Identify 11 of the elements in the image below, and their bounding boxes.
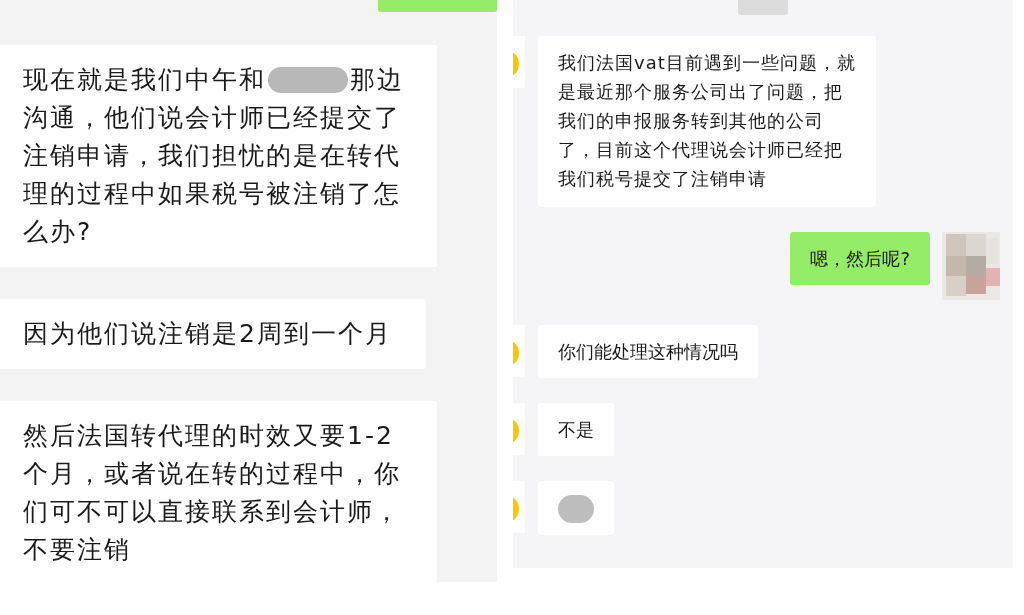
message-text: 现在就是我们中午和 bbox=[23, 64, 266, 96]
message-text: 不是 bbox=[558, 419, 594, 440]
message-text: 嗯，然后呢? bbox=[810, 248, 910, 269]
message-text: 那边 bbox=[350, 64, 404, 96]
message-text: 然后法国转代理的时效又要1-2个月，或者说在转的过程中，你们可不可以直接联系到会计师，不要注销 bbox=[23, 421, 401, 564]
message-text: 你们能处理这种情况吗 bbox=[558, 341, 738, 362]
redaction-blur bbox=[558, 495, 594, 523]
message-text: 我们法国vat目前遇到一些问题，就是最近那个服务公司出了问题，把我们的申报服务转到其他的公司了，目前这个代理说会计师已经把我们税号提交了注销申请 bbox=[558, 52, 856, 189]
message-text: 沟通，他们说会计师已经提交了注销申请，我们担忧的是在转代理的过程中如果税号被注销了怎么办? bbox=[23, 102, 402, 248]
timestamp-pill bbox=[738, 0, 788, 15]
message-text: 因为他们说注销是2周到一个月 bbox=[23, 319, 392, 348]
